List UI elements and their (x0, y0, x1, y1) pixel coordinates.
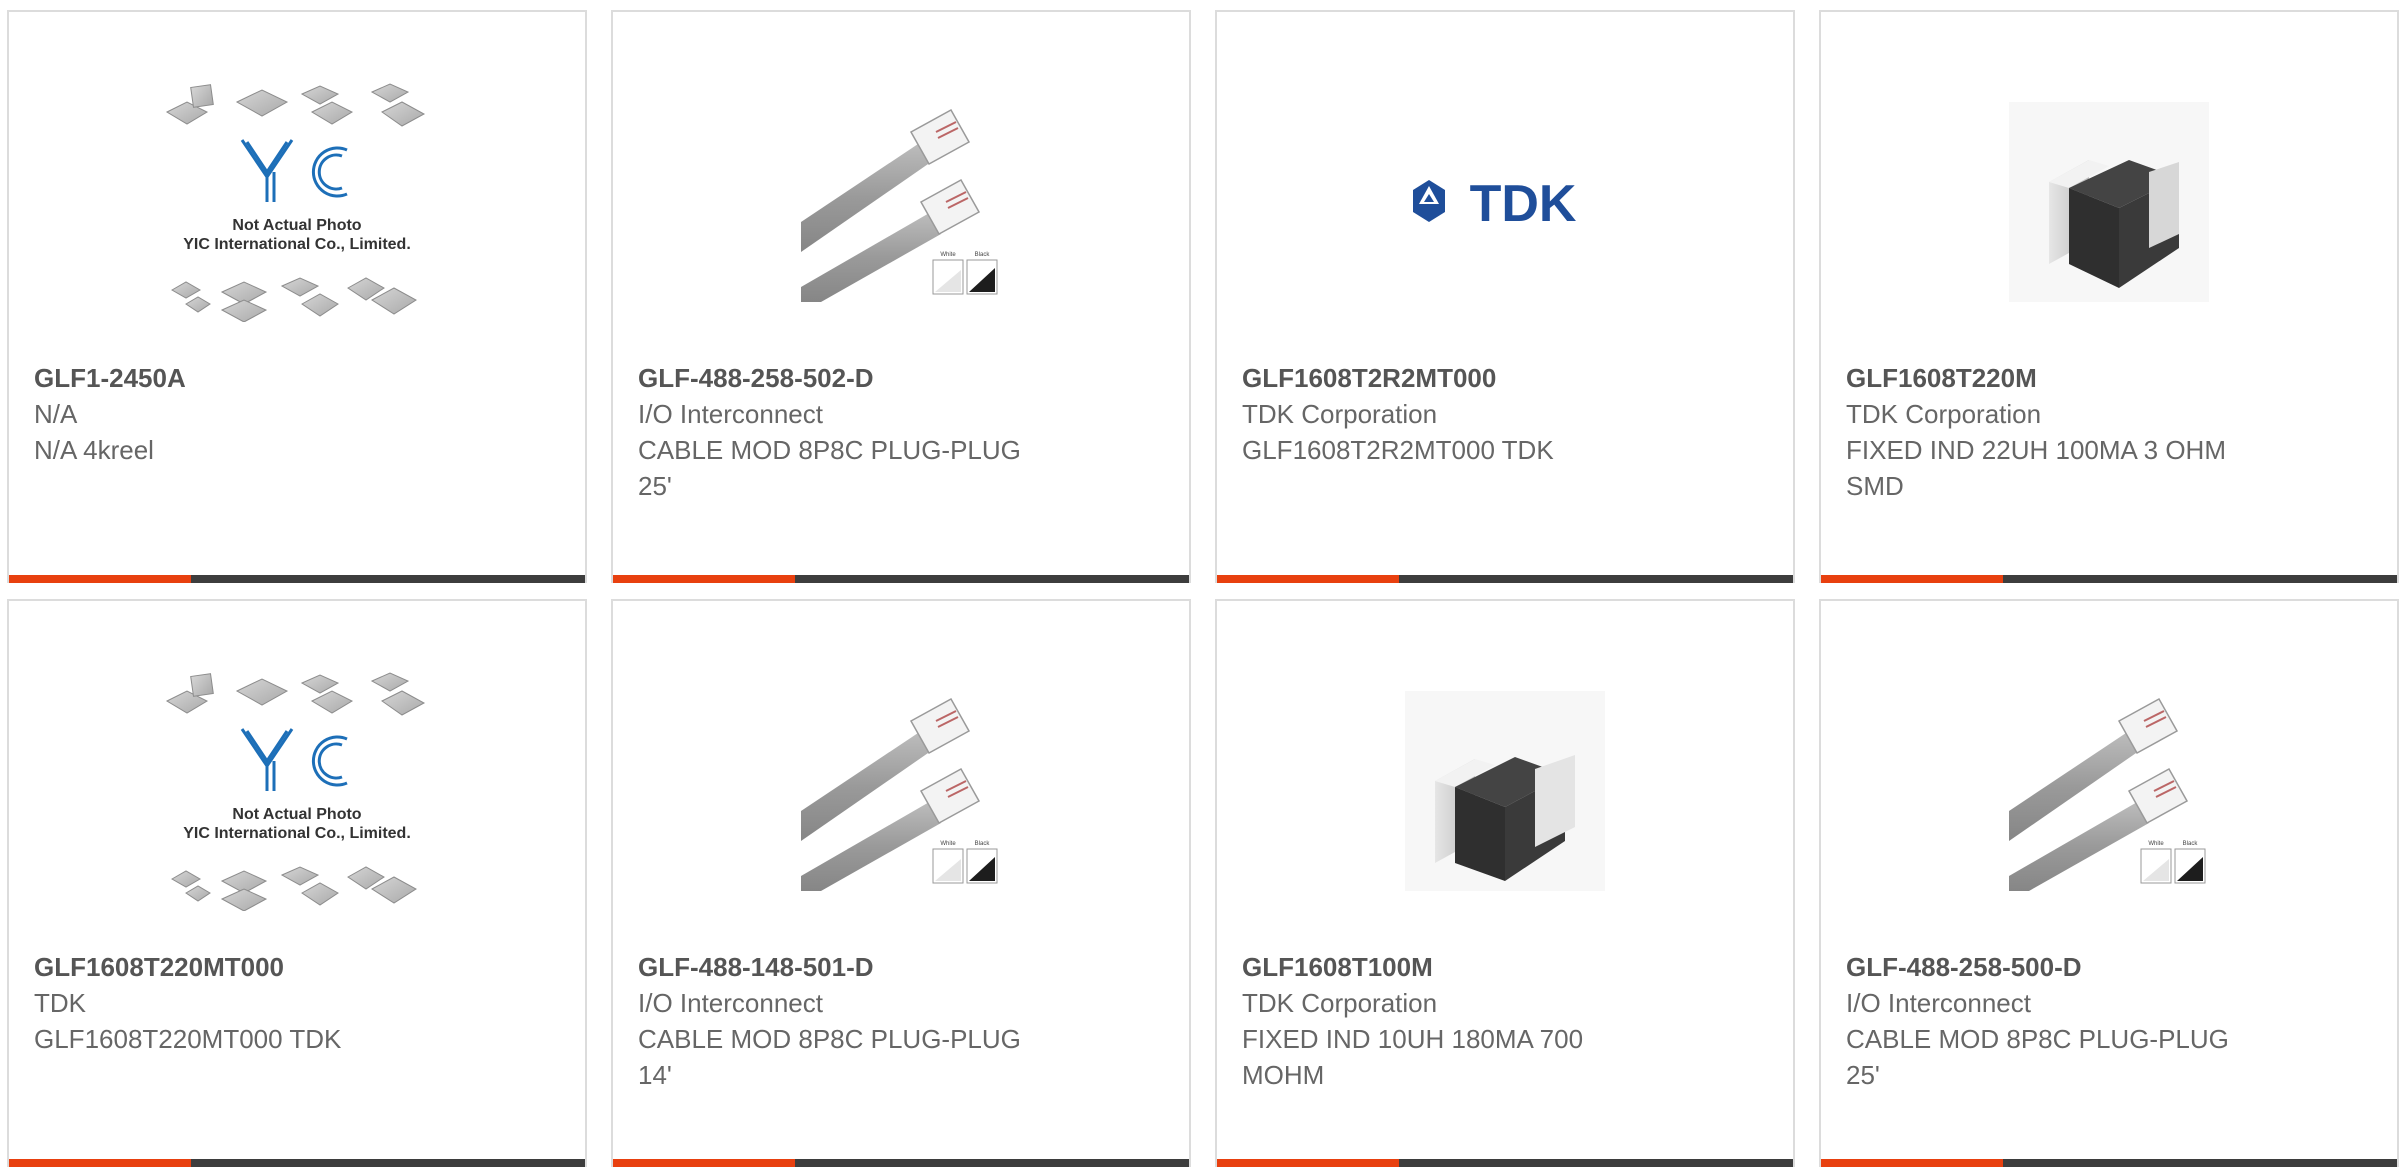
card-bottom-bar (613, 575, 1189, 583)
product-card[interactable]: GLF1608T100M TDK Corporation FIXED IND 1… (1215, 599, 1795, 1167)
manufacturer: I/O Interconnect (638, 399, 823, 429)
manufacturer: N/A (34, 399, 78, 429)
card-bottom-bar (9, 1159, 585, 1167)
part-number[interactable]: GLF-488-148-501-D (638, 949, 1169, 985)
cable-image[interactable]: White Black (613, 641, 1189, 941)
svg-text:White: White (940, 252, 956, 258)
svg-text:White: White (940, 841, 956, 847)
svg-text:YIC International Co., Limited: YIC International Co., Limited. (183, 236, 411, 253)
part-number[interactable]: GLF-488-258-502-D (638, 360, 1169, 396)
tdk-logo[interactable]: TDK (1217, 52, 1793, 352)
part-number[interactable]: GLF1608T2R2MT000 (1242, 360, 1773, 396)
description: CABLE MOD 8P8C PLUG-PLUG 25' (638, 435, 1021, 501)
svg-text:YIC International Co., Limited: YIC International Co., Limited. (183, 825, 411, 842)
product-grid: Not Actual Photo YIC International Co., … (0, 0, 2400, 1167)
svg-text:Black: Black (975, 841, 991, 847)
card-bottom-bar (1217, 1159, 1793, 1167)
card-bottom-bar (1821, 575, 2397, 583)
description: GLF1608T2R2MT000 TDK (1242, 435, 1554, 465)
svg-text:TDK: TDK (1470, 175, 1577, 232)
svg-text:Not Actual Photo: Not Actual Photo (232, 806, 361, 823)
product-card[interactable]: White Black GLF-488-258-502-D I/O Interc… (611, 10, 1191, 583)
manufacturer: TDK Corporation (1242, 988, 1438, 1018)
description: CABLE MOD 8P8C PLUG-PLUG 25' (1846, 1024, 2229, 1090)
card-bottom-bar (1821, 1159, 2397, 1167)
description: FIXED IND 10UH 180MA 700 MOHM (1242, 1024, 1584, 1090)
manufacturer: TDK Corporation (1242, 399, 1438, 429)
card-bottom-bar (9, 575, 585, 583)
inductor-image[interactable] (1821, 52, 2397, 352)
part-number[interactable]: GLF-488-258-500-D (1846, 949, 2377, 985)
part-number[interactable]: GLF1608T220M (1846, 360, 2377, 396)
description: CABLE MOD 8P8C PLUG-PLUG 14' (638, 1024, 1021, 1090)
product-card[interactable]: White Black GLF-488-148-501-D I/O Interc… (611, 599, 1191, 1167)
description: GLF1608T220MT000 TDK (34, 1024, 342, 1054)
svg-text:White: White (2148, 841, 2164, 847)
svg-text:Not Actual Photo: Not Actual Photo (232, 217, 361, 234)
description: FIXED IND 22UH 100MA 3 OHM SMD (1846, 435, 2226, 501)
inductor-image[interactable] (1217, 641, 1793, 941)
manufacturer: TDK Corporation (1846, 399, 2042, 429)
cable-image[interactable]: White Black (613, 52, 1189, 352)
svg-text:Black: Black (2183, 841, 2199, 847)
product-card[interactable]: GLF1608T220M TDK Corporation FIXED IND 2… (1819, 10, 2399, 583)
part-number[interactable]: GLF1-2450A (34, 360, 565, 396)
product-card[interactable]: White Black GLF-488-258-500-D I/O Interc… (1819, 599, 2399, 1167)
part-number[interactable]: GLF1608T220MT000 (34, 949, 565, 985)
product-card[interactable]: TDK GLF1608T2R2MT000 TDK Corporation GLF… (1215, 10, 1795, 583)
product-card[interactable]: Not Actual Photo YIC International Co., … (7, 10, 587, 583)
manufacturer: TDK (34, 988, 86, 1018)
yic-placeholder-image[interactable]: Not Actual Photo YIC International Co., … (9, 641, 585, 941)
svg-text:Black: Black (975, 252, 991, 258)
card-bottom-bar (1217, 575, 1793, 583)
yic-placeholder-image[interactable]: Not Actual Photo YIC International Co., … (9, 52, 585, 352)
part-number[interactable]: GLF1608T100M (1242, 949, 1773, 985)
manufacturer: I/O Interconnect (1846, 988, 2031, 1018)
card-bottom-bar (613, 1159, 1189, 1167)
cable-image[interactable]: White Black (1821, 641, 2397, 941)
manufacturer: I/O Interconnect (638, 988, 823, 1018)
description: N/A 4kreel (34, 435, 154, 465)
product-card[interactable]: Not Actual Photo YIC International Co., … (7, 599, 587, 1167)
